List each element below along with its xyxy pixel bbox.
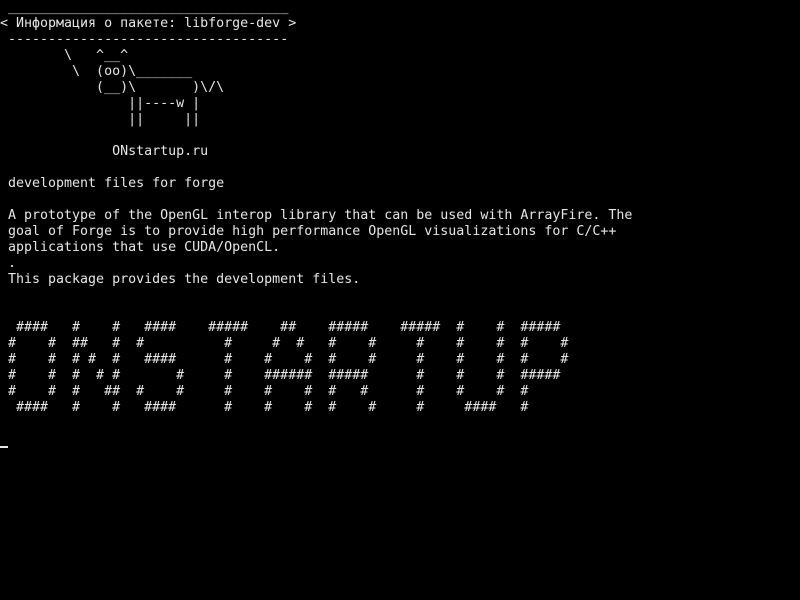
text-cursor (0, 446, 8, 448)
description-body: A prototype of the OpenGL interop librar… (8, 208, 633, 287)
onstartup-ascii-banner: #### # # #### ##### ## ##### ##### # # #… (8, 320, 569, 415)
package-description: development files for forge A prototype … (8, 176, 632, 288)
header-bottom-rule: ----------------------------------- (0, 32, 289, 47)
header-title: < Информация о пакете: libforge-dev > (0, 16, 297, 31)
terminal-screen: ___________________________________ < Ин… (0, 0, 800, 600)
package-info-header: ___________________________________ < Ин… (0, 0, 296, 48)
cow-ascii-art: \ ^__^ \ (oo)\_______ (__)\ )\/\ ||----w… (64, 48, 225, 159)
header-top-rule: ___________________________________ (0, 0, 289, 15)
description-summary: development files for forge (8, 176, 225, 191)
